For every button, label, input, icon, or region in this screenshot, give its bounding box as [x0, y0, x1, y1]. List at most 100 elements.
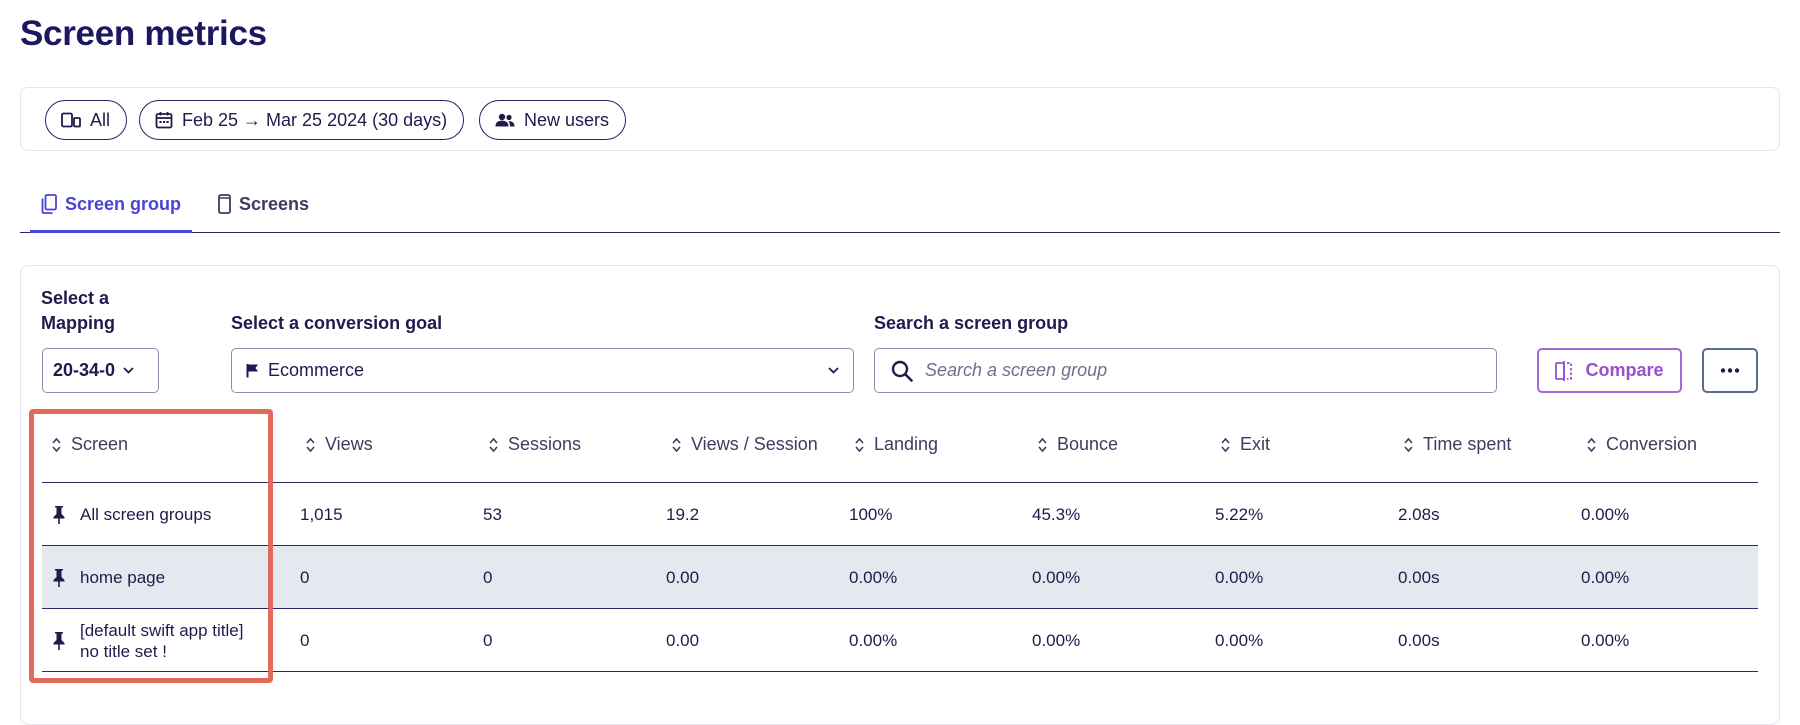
column-header-views[interactable]: Views — [306, 406, 373, 483]
compare-label: Compare — [1585, 360, 1664, 380]
screen-group-icon — [41, 194, 57, 214]
column-header-sessions[interactable]: Sessions — [489, 406, 581, 483]
mapping-select[interactable]: 20-34-0 — [42, 348, 159, 393]
tab-screens[interactable]: Screens — [207, 194, 320, 233]
bounce-cell: 45.3% — [1032, 504, 1081, 524]
screen-cell: home page — [42, 546, 282, 609]
bounce-cell: 0.00% — [1032, 567, 1081, 587]
column-header-conversion[interactable]: Conversion — [1587, 406, 1697, 483]
column-header-label: Conversion — [1606, 434, 1698, 454]
sort-icon — [1221, 437, 1230, 452]
column-header-time-spent[interactable]: Time spent — [1404, 406, 1511, 483]
column-header-bounce[interactable]: Bounce — [1038, 406, 1118, 483]
conversion-cell: 0.00% — [1581, 630, 1630, 650]
ellipsis-icon — [1720, 368, 1740, 373]
more-options-button[interactable] — [1702, 348, 1758, 393]
exit-cell: 0.00% — [1215, 630, 1264, 650]
tab-screen-group-label: Screen group — [65, 194, 182, 214]
bounce-cell: 0.00% — [1032, 630, 1081, 650]
sort-icon — [306, 437, 315, 452]
column-header-label: Landing — [874, 434, 939, 454]
landing-cell: 0.00% — [849, 630, 898, 650]
screen-metrics-table: Screen Views Sessions Views / Session La… — [42, 406, 1758, 672]
segment-filter-label: New users — [524, 109, 610, 130]
pin-icon[interactable] — [52, 631, 66, 651]
column-header-label: Screen — [71, 434, 129, 454]
page-title: Screen metrics — [20, 14, 267, 53]
search-placeholder: Search a screen group — [925, 360, 1108, 380]
views-per-session-cell: 19.2 — [666, 504, 700, 524]
sort-icon — [489, 437, 498, 452]
time-spent-cell: 0.00s — [1398, 567, 1440, 587]
devices-icon — [61, 112, 81, 128]
column-header-views-per-session[interactable]: Views / Session — [672, 406, 818, 483]
column-header-label: Exit — [1240, 434, 1271, 454]
views-per-session-cell: 0.00 — [666, 567, 700, 587]
goal-select[interactable]: Ecommerce — [231, 348, 854, 393]
search-input[interactable]: Search a screen group — [874, 348, 1497, 393]
date-range-button[interactable]: Feb 25 → Mar 25 2024 (30 days) — [139, 100, 465, 140]
time-spent-cell: 2.08s — [1398, 504, 1440, 524]
chevron-down-icon — [123, 367, 134, 374]
column-header-label: Views / Session — [691, 434, 818, 454]
pin-icon[interactable] — [52, 505, 66, 525]
tab-bar: Screen group Screens — [20, 180, 1780, 233]
search-label: Search a screen group — [874, 313, 1069, 333]
date-range-label: Feb 25 → Mar 25 2024 (30 days) — [182, 109, 448, 130]
filter-bar: All Feb 25 → Mar 25 2024 (30 days) New u… — [20, 87, 1780, 151]
screen-cell: All screen groups — [42, 483, 282, 546]
goal-value: Ecommerce — [268, 360, 365, 380]
column-header-label: Bounce — [1057, 434, 1119, 454]
device-filter-button[interactable]: All — [45, 100, 128, 140]
sessions-cell: 0 — [483, 630, 493, 650]
exit-cell: 5.22% — [1215, 504, 1264, 524]
column-header-label: Views — [325, 434, 373, 454]
column-header-exit[interactable]: Exit — [1221, 406, 1270, 483]
users-icon — [495, 113, 515, 127]
device-filter-label: All — [90, 109, 111, 130]
conversion-cell: 0.00% — [1581, 567, 1630, 587]
sort-icon — [672, 437, 681, 452]
metrics-panel: Select a Mapping 20-34-0 Select a conver… — [20, 265, 1780, 725]
screen-name[interactable]: [default swift app title] no title set ! — [80, 620, 260, 662]
column-header-label: Time spent — [1423, 434, 1512, 454]
views-cell: 0 — [300, 630, 310, 650]
landing-cell: 0.00% — [849, 567, 898, 587]
sort-icon — [1404, 437, 1413, 452]
views-per-session-cell: 0.00 — [666, 630, 700, 650]
screen-name[interactable]: home page — [80, 567, 165, 588]
table-row[interactable]: All screen groups 1,015 53 19.2 100% 45.… — [42, 483, 1758, 546]
compare-icon — [1555, 360, 1573, 381]
tab-screens-label: Screens — [239, 194, 310, 214]
calendar-icon — [155, 112, 173, 129]
views-cell: 1,015 — [300, 504, 343, 524]
table-row[interactable]: home page 0 0 0.00 0.00% 0.00% 0.00% 0.0… — [42, 546, 1758, 609]
tab-screen-group[interactable]: Screen group — [30, 194, 193, 233]
conversion-cell: 0.00% — [1581, 504, 1630, 524]
views-cell: 0 — [300, 567, 310, 587]
column-header-label: Sessions — [508, 434, 582, 454]
flag-icon — [246, 364, 258, 378]
screen-name[interactable]: All screen groups — [80, 504, 211, 525]
sort-icon — [1038, 437, 1047, 452]
mapping-label: Select a Mapping — [41, 288, 115, 333]
table-row[interactable]: [default swift app title] no title set !… — [42, 609, 1758, 672]
segment-filter-button[interactable]: New users — [479, 100, 627, 140]
sort-icon — [52, 437, 61, 452]
phone-icon — [218, 194, 231, 214]
sessions-cell: 53 — [483, 504, 502, 524]
sort-icon — [855, 437, 864, 452]
column-header-landing[interactable]: Landing — [855, 406, 938, 483]
pin-icon[interactable] — [52, 568, 66, 588]
landing-cell: 100% — [849, 504, 893, 524]
sort-icon — [1587, 437, 1596, 452]
exit-cell: 0.00% — [1215, 567, 1264, 587]
search-icon — [891, 360, 913, 382]
sessions-cell: 0 — [483, 567, 493, 587]
table-header: Screen Views Sessions Views / Session La… — [42, 406, 1758, 483]
time-spent-cell: 0.00s — [1398, 630, 1440, 650]
goal-label: Select a conversion goal — [231, 313, 443, 333]
compare-button[interactable]: Compare — [1537, 348, 1682, 393]
chevron-down-icon — [828, 367, 839, 374]
column-header-screen[interactable]: Screen — [52, 406, 128, 483]
